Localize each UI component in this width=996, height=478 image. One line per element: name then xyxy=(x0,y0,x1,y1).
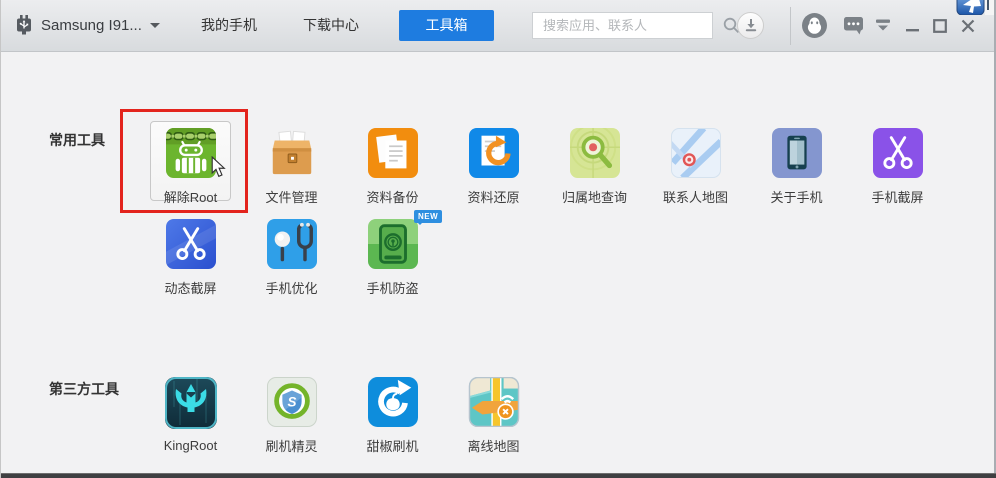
tool-item-label: 手机截屏 xyxy=(871,190,924,205)
tool-item-label: 甜椒刷机 xyxy=(366,439,419,454)
common-tools-grid: 解除Root 文件管理 资料备份 资料还原 归属地查询 联系人地图 关于手机 手… xyxy=(120,109,952,310)
chat-icon xyxy=(843,16,863,34)
tool-item-label: 文件管理 xyxy=(265,190,318,205)
tool-item-label: 刷机精灵 xyxy=(265,439,318,454)
svg-text:S: S xyxy=(287,394,296,409)
flash-wizard-icon: S xyxy=(266,377,317,427)
tool-item-data-backup[interactable]: 资料备份 xyxy=(342,128,443,206)
dynamic-screenshot-icon xyxy=(165,219,216,269)
tool-item-label: 手机防盗 xyxy=(366,281,419,296)
main-tabs: 我的手机 下载中心 工具箱 xyxy=(191,10,494,41)
titlebar: Samsung I91... 我的手机 下载中心 工具箱 xyxy=(1,0,996,52)
window-bottom-edge xyxy=(1,473,996,478)
menu-arrow-icon xyxy=(876,19,890,31)
tool-item-label: 离线地图 xyxy=(467,439,520,454)
app-window: Samsung I91... 我的手机 下载中心 工具箱 搜索应用、联系人 常用… xyxy=(0,0,996,478)
tool-item-label: 联系人地图 xyxy=(662,190,728,205)
phone-screenshot-icon xyxy=(872,128,923,178)
device-selector[interactable]: Samsung I91... xyxy=(15,0,160,51)
tool-item-remove-root[interactable]: 解除Root xyxy=(120,109,248,213)
new-badge: NEW xyxy=(414,210,443,225)
kingroot-icon xyxy=(164,377,217,429)
tool-item-file-manager[interactable]: 文件管理 xyxy=(241,128,342,206)
usb-phone-icon xyxy=(17,15,31,35)
main-menu-button[interactable] xyxy=(872,0,894,51)
data-backup-icon xyxy=(367,128,418,178)
about-phone-icon xyxy=(771,128,822,178)
download-manager-button[interactable] xyxy=(737,12,764,39)
tool-item-contacts-map[interactable]: 联系人地图 xyxy=(645,128,746,206)
overlapping-window-fragment xyxy=(956,0,994,15)
file-manager-icon xyxy=(272,130,311,175)
search-input[interactable] xyxy=(533,18,723,33)
device-label: Samsung I91... xyxy=(41,17,142,34)
maximize-icon xyxy=(933,18,947,33)
tool-item-flash-wizard[interactable]: S 刷机精灵 xyxy=(241,377,342,455)
tool-item-label: 解除Root xyxy=(163,190,218,205)
tool-item-label: 归属地查询 xyxy=(561,190,627,205)
maximize-button[interactable] xyxy=(928,0,952,51)
location-lookup-icon xyxy=(569,128,620,178)
tool-item-kingroot[interactable]: KingRoot xyxy=(140,377,241,455)
minimize-button[interactable] xyxy=(900,0,924,51)
feedback-button[interactable] xyxy=(842,0,864,51)
minimize-icon xyxy=(905,28,919,31)
tab-my-phone[interactable]: 我的手机 xyxy=(191,10,267,41)
search-box xyxy=(532,12,740,39)
contacts-map-icon xyxy=(670,128,721,178)
tool-item-phone-screenshot[interactable]: 手机截屏 xyxy=(847,128,948,206)
tool-item-location-lookup[interactable]: 归属地查询 xyxy=(544,128,645,206)
tab-download-center[interactable]: 下载中心 xyxy=(293,10,369,41)
tool-item-label: 资料备份 xyxy=(366,190,419,205)
qq-account-button[interactable] xyxy=(801,0,828,51)
tool-item-offline-map[interactable]: 离线地图 xyxy=(443,377,544,455)
tool-item-phone-antitheft[interactable]: NEW 手机防盗 xyxy=(342,210,443,297)
tool-item-data-restore[interactable]: 资料还原 xyxy=(443,128,544,206)
qq-icon xyxy=(802,13,827,38)
titlebar-divider xyxy=(790,7,791,45)
tab-toolbox[interactable]: 工具箱 xyxy=(399,10,494,41)
offline-map-icon xyxy=(468,377,519,427)
tool-item-label: KingRoot xyxy=(163,438,218,453)
close-icon xyxy=(961,19,975,32)
tool-item-label: 资料还原 xyxy=(467,190,520,205)
tool-item-label: 动态截屏 xyxy=(164,281,217,296)
remove-root-icon xyxy=(165,128,216,178)
chevron-down-icon xyxy=(149,23,160,33)
section-title-common-tools: 常用工具 xyxy=(49,132,105,148)
data-restore-icon xyxy=(468,128,519,178)
third-party-grid: KingRoot S 刷机精灵 甜椒刷机 离线地图 xyxy=(140,377,952,468)
tool-item-dynamic-screenshot[interactable]: 动态截屏 xyxy=(140,219,241,297)
toolbox-content: 常用工具 解除Root 文件管理 资料备份 资料还原 归属地查询 联系人地图 关… xyxy=(1,52,996,478)
phone-antitheft-icon xyxy=(367,219,418,269)
tool-item-about-phone[interactable]: 关于手机 xyxy=(746,128,847,206)
section-title-third-party: 第三方工具 xyxy=(49,381,119,397)
tool-item-pepper-flash[interactable]: 甜椒刷机 xyxy=(342,377,443,455)
tool-item-label: 手机优化 xyxy=(265,281,318,296)
tool-item-phone-optimize[interactable]: 手机优化 xyxy=(241,219,342,297)
phone-optimize-icon xyxy=(266,219,317,269)
pepper-flash-icon xyxy=(367,377,418,427)
tool-item-label: 关于手机 xyxy=(770,190,823,205)
download-icon xyxy=(745,19,756,32)
